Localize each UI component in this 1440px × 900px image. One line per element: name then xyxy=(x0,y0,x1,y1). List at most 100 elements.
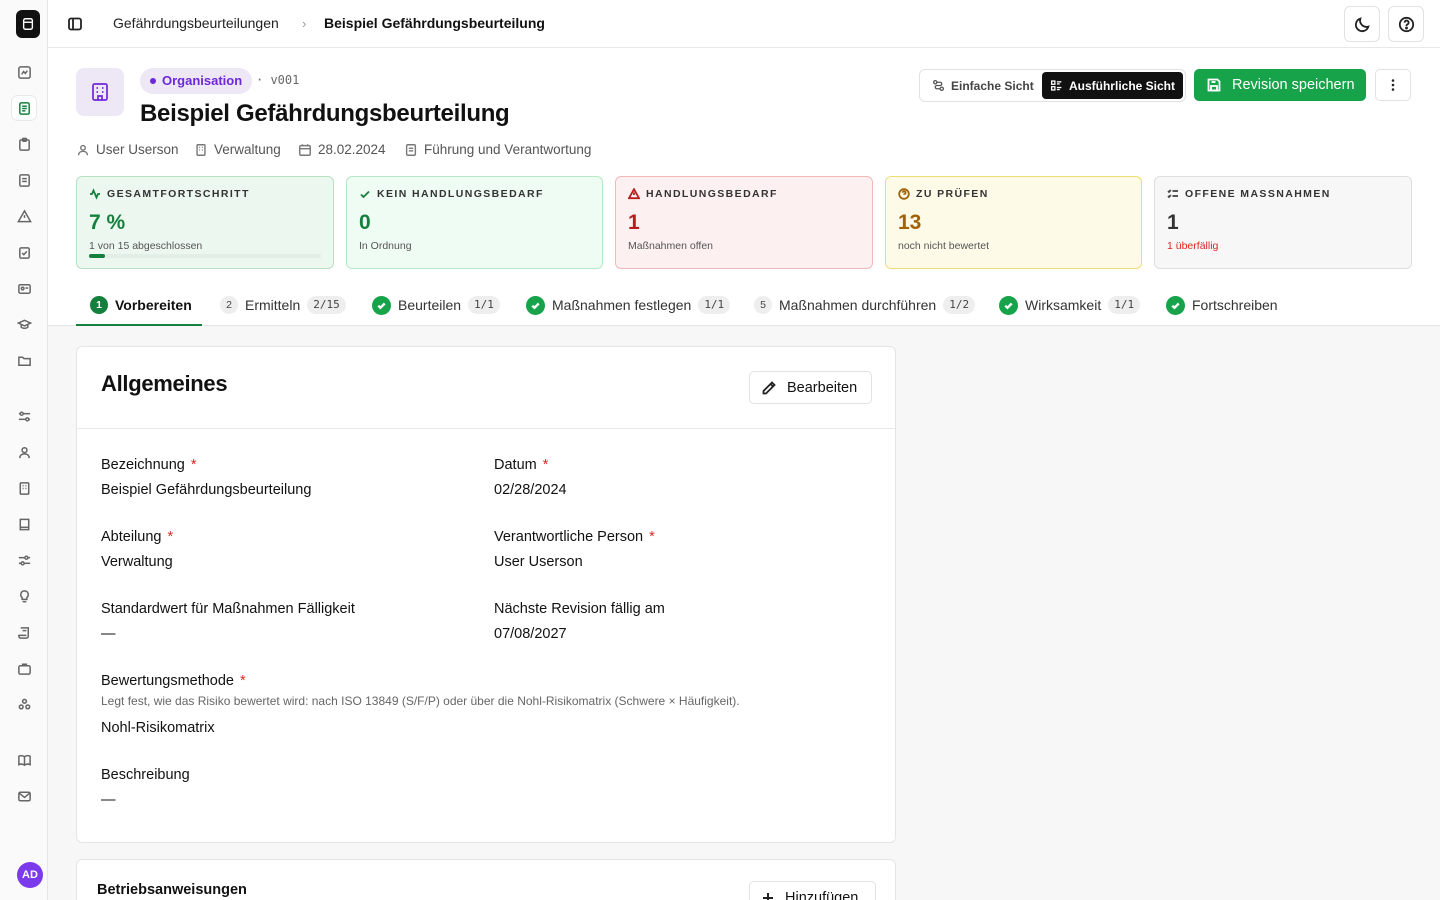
stat-subtext: noch nicht bewertet xyxy=(898,240,990,252)
stat-card-action-needed: HANDLUNGSBEDARF 1 Maßnahmen offen xyxy=(615,176,873,269)
nav-network-icon[interactable] xyxy=(12,692,36,716)
help-button[interactable] xyxy=(1388,6,1424,42)
stat-label-text: ZU PRÜFEN xyxy=(916,188,989,200)
tab-vorbereiten[interactable]: 1 Vorbereiten xyxy=(90,294,192,316)
edit-button[interactable]: Bearbeiten xyxy=(749,371,872,404)
breadcrumb-separator-icon: › xyxy=(302,16,307,31)
nav-training-icon[interactable] xyxy=(12,312,36,336)
nav-scroll-icon[interactable] xyxy=(12,620,36,644)
meta-department: Verwaltung xyxy=(194,142,281,157)
stat-value: 7 % xyxy=(89,211,126,234)
tab-ermitteln[interactable]: 2 Ermitteln 2/15 xyxy=(220,294,346,316)
stat-label: OFFENE MASSNAHMEN xyxy=(1167,188,1399,200)
meta-user: User Userson xyxy=(76,142,179,157)
save-revision-button[interactable]: Revision speichern xyxy=(1194,69,1366,101)
nav-id-card-icon[interactable] xyxy=(12,276,36,300)
detailed-view-button[interactable]: Ausführliche Sicht xyxy=(1042,72,1183,99)
sidebar-toggle-icon[interactable] xyxy=(64,13,86,35)
tab-label: Maßnahmen durchführen xyxy=(779,297,937,313)
tab-fortschreiben[interactable]: Fortschreiben xyxy=(1166,294,1278,316)
divider xyxy=(77,428,895,429)
more-options-button[interactable] xyxy=(1375,69,1411,101)
nav-document-icon[interactable] xyxy=(12,168,36,192)
nav-clipboard-icon[interactable] xyxy=(12,132,36,156)
tab-number: 2 xyxy=(220,296,238,314)
save-icon xyxy=(1207,78,1221,92)
user-icon xyxy=(77,144,89,155)
organisation-building-icon xyxy=(76,68,124,116)
check-circle-icon xyxy=(999,295,1018,315)
nav-filters-icon[interactable] xyxy=(12,548,36,572)
stat-subtext: In Ordnung xyxy=(359,240,412,252)
tab-count: 1/2 xyxy=(943,296,976,314)
help-icon xyxy=(1398,16,1414,32)
page-title: Beispiel Gefährdungsbeurteilung xyxy=(140,100,510,127)
nav-assessments-icon[interactable] xyxy=(12,96,36,120)
activity-icon xyxy=(90,188,100,200)
check-circle-icon xyxy=(372,295,391,315)
breadcrumb-parent[interactable]: Gefährdungsbeurteilungen xyxy=(113,15,279,31)
tab-count: 1/1 xyxy=(698,296,731,314)
theme-toggle-button[interactable] xyxy=(1344,6,1380,42)
required-marker: * xyxy=(542,457,549,473)
field-next-revision: Nächste Revision fällig am 07/08/2027 xyxy=(494,601,665,642)
nav-mail-icon[interactable] xyxy=(12,784,36,808)
progress-fill xyxy=(89,254,106,258)
list-detail-icon xyxy=(1050,80,1062,91)
tab-wirksamkeit[interactable]: Wirksamkeit 1/1 xyxy=(999,294,1141,316)
instructions-title: Betriebsanweisungen xyxy=(97,882,247,898)
stat-card-no-action: KEIN HANDLUNGSBEDARF 0 In Ordnung xyxy=(346,176,603,269)
more-vertical-icon xyxy=(1391,79,1395,91)
nav-user-icon[interactable] xyxy=(12,440,36,464)
tab-label: Fortschreiben xyxy=(1192,297,1278,313)
meta-user-text: User Userson xyxy=(96,142,179,157)
add-instruction-button[interactable]: Hinzufügen xyxy=(749,881,876,900)
nav-checklist-icon[interactable] xyxy=(12,240,36,264)
nav-settings-sliders-icon[interactable] xyxy=(12,404,36,428)
field-value: User Userson xyxy=(494,554,583,570)
stat-card-open-measures: OFFENE MASSNAHMEN 1 1 überfällig xyxy=(1154,176,1412,269)
nav-book-icon[interactable] xyxy=(12,512,36,536)
simple-view-label: Einfache Sicht xyxy=(951,78,1034,93)
stat-card-to-review: ZU PRÜFEN 13 noch nicht bewertet xyxy=(885,176,1142,269)
tab-count: 1/1 xyxy=(1108,296,1141,314)
tab-count: 2/15 xyxy=(307,296,346,314)
organisation-badge: Organisation xyxy=(140,68,253,94)
detailed-view-label: Ausführliche Sicht xyxy=(1068,78,1175,93)
required-marker: * xyxy=(649,529,655,545)
simple-view-button[interactable]: Einfache Sicht xyxy=(932,70,1034,101)
field-label-text: Verantwortliche Person xyxy=(494,529,644,545)
nav-warning-icon[interactable] xyxy=(12,204,36,228)
stat-value: 1 xyxy=(628,211,640,234)
stat-subtext: Maßnahmen offen xyxy=(628,240,714,252)
nav-briefcase-icon[interactable] xyxy=(12,656,36,680)
field-value: — xyxy=(101,792,116,808)
alert-triangle-icon xyxy=(628,188,640,200)
nav-dashboard-icon[interactable] xyxy=(12,60,36,84)
required-marker: * xyxy=(240,673,246,689)
nav-building-icon[interactable] xyxy=(12,476,36,500)
stat-label-text: HANDLUNGSBEDARF xyxy=(646,188,778,200)
meta-category: Führung und Verantwortung xyxy=(404,142,591,157)
tab-label: Wirksamkeit xyxy=(1025,297,1102,313)
progress-bar xyxy=(89,254,321,258)
field-label: Verantwortliche Person * xyxy=(494,529,655,545)
tab-massnahmen-durchfuehren[interactable]: 5 Maßnahmen durchführen 1/2 xyxy=(754,294,976,316)
tab-massnahmen-festlegen[interactable]: Maßnahmen festlegen 1/1 xyxy=(526,294,731,316)
app-logo[interactable] xyxy=(16,10,40,38)
stat-subtext: 1 überfällig xyxy=(1167,240,1219,252)
plus-icon xyxy=(763,892,773,900)
edit-label: Bearbeiten xyxy=(787,379,858,396)
user-avatar[interactable]: AD xyxy=(17,862,43,888)
field-label: Bewertungsmethode * xyxy=(101,673,861,689)
field-value: Verwaltung xyxy=(101,554,173,570)
nav-folder-icon[interactable] xyxy=(12,348,36,372)
nav-lightbulb-icon[interactable] xyxy=(12,584,36,608)
instructions-panel: Betriebsanweisungen Hinzufügen xyxy=(76,859,896,900)
field-value: 07/08/2027 xyxy=(494,626,567,642)
field-responsible: Verantwortliche Person * User Userson xyxy=(494,529,655,570)
tab-beurteilen[interactable]: Beurteilen 1/1 xyxy=(372,294,500,316)
nav-handbook-icon[interactable] xyxy=(12,748,36,772)
add-label: Hinzufügen xyxy=(785,889,859,900)
pencil-icon xyxy=(762,380,776,394)
